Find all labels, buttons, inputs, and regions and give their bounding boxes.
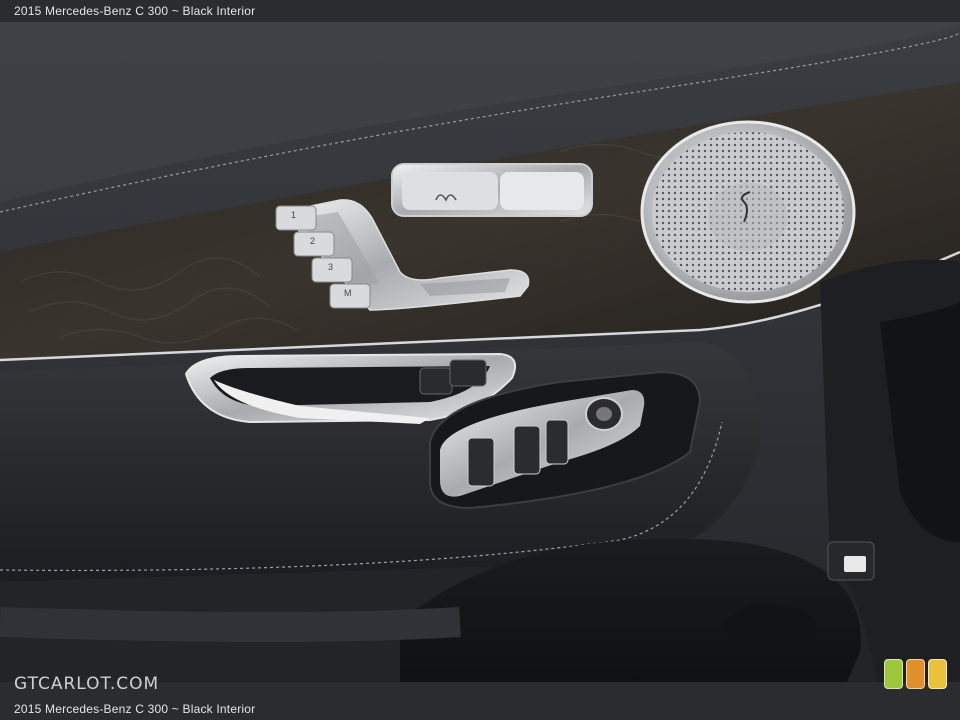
door-panel-illustration [0,22,960,698]
door-panel-photo [0,22,960,698]
photo-caption-top: 2015 Mercedes-Benz C 300 ~ Black Interio… [0,0,960,22]
badge-orange [906,659,925,689]
badge-yellow [928,659,947,689]
color-badges [884,659,947,689]
bottle-holder [724,604,816,652]
burmester-speaker [640,120,856,304]
site-watermark: GTCARLOT.COM [14,674,160,694]
seat-memory-label-3: 3 [328,262,334,272]
seat-memory-label-m: M [344,288,352,298]
seat-memory-label-2: 2 [310,236,316,246]
photo-caption-bottom: 2015 Mercedes-Benz C 300 ~ Black Interio… [0,698,960,720]
badge-green [884,659,903,689]
seat-heater-switch [391,163,593,217]
seat-memory-label-1: 1 [291,210,297,220]
door-light [827,541,875,581]
